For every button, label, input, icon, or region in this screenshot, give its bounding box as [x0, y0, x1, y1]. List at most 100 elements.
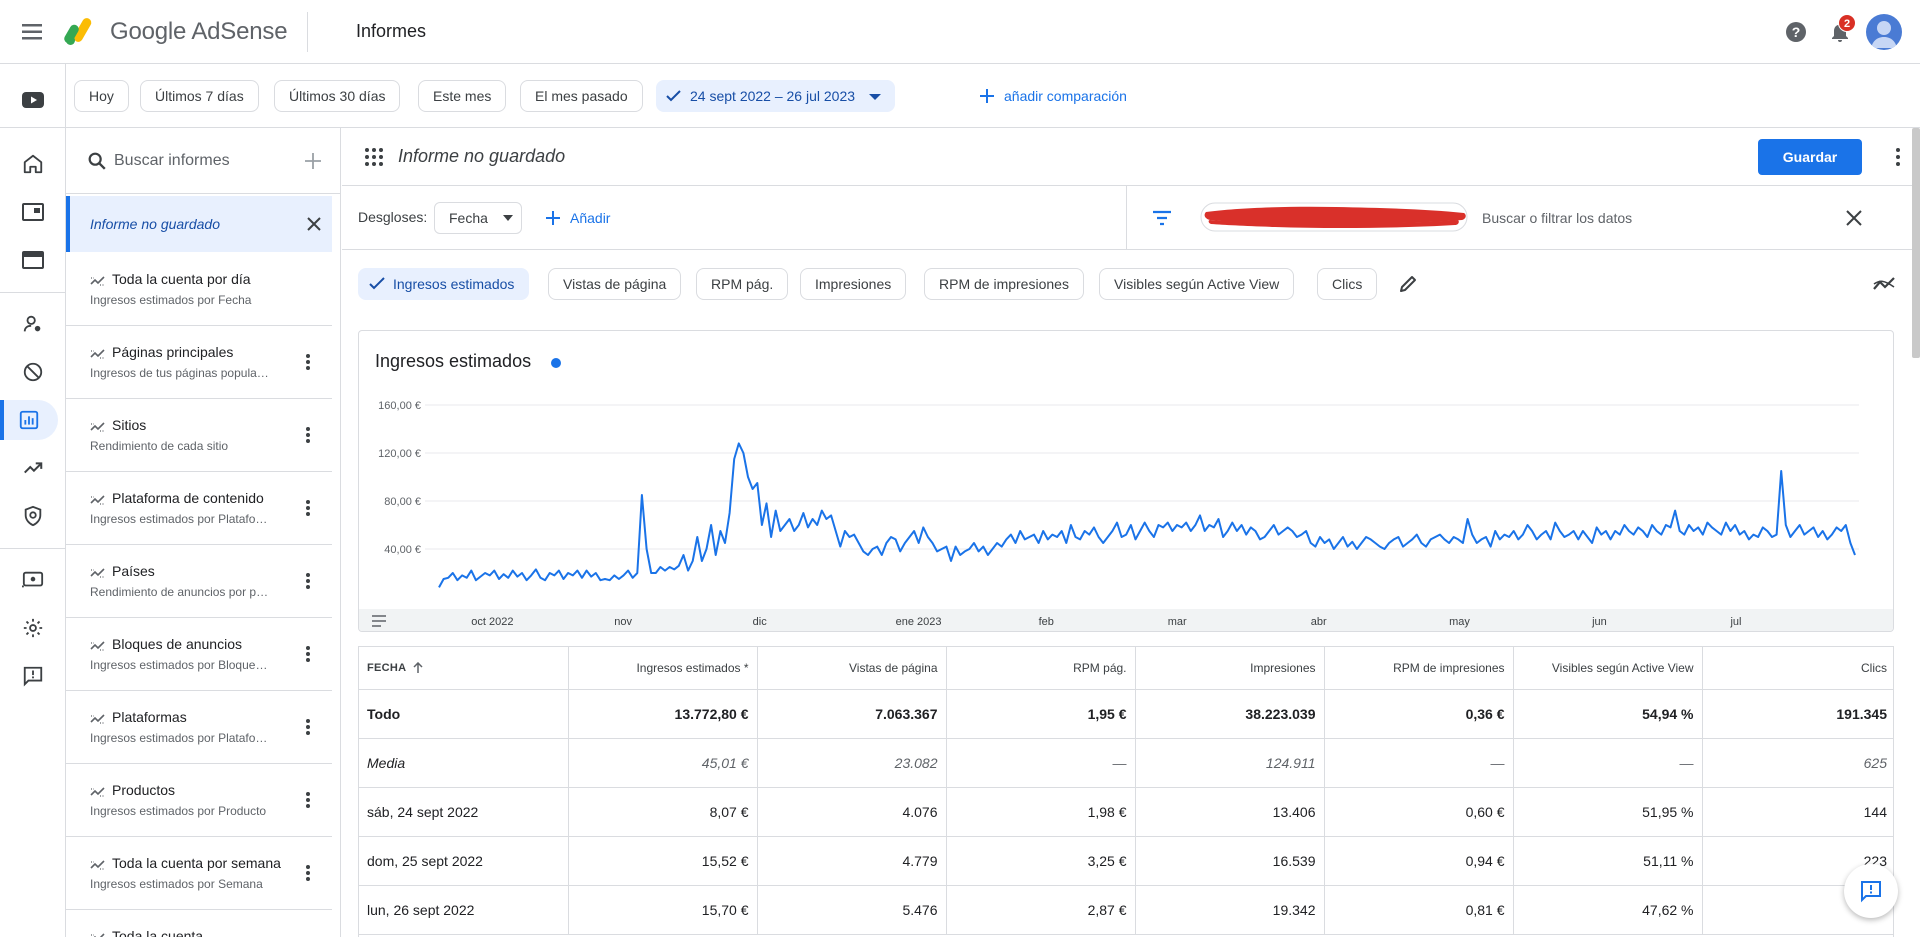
- table-cell: —: [1513, 738, 1703, 788]
- report-item-subtitle: Ingresos estimados por Plataforma: [90, 512, 270, 526]
- column-header[interactable]: Clics: [1702, 647, 1893, 690]
- date-chip-this-month[interactable]: Este mes: [418, 80, 507, 112]
- scrollbar[interactable]: [1912, 128, 1920, 358]
- privacy-messaging-icon[interactable]: [10, 304, 56, 344]
- saved-report-icon: [90, 641, 105, 651]
- metric-chip[interactable]: Clics: [1317, 268, 1378, 300]
- more-options-icon[interactable]: [298, 644, 318, 664]
- sort-ascending-icon[interactable]: [412, 661, 424, 674]
- close-icon[interactable]: [304, 214, 324, 234]
- date-filter-bar: Hoy Últimos 7 días Últimos 30 días Este …: [66, 64, 1920, 128]
- reports-icon[interactable]: [0, 400, 58, 440]
- report-list-item[interactable]: Toda la cuenta: [66, 910, 332, 937]
- table-cell: 45,01 €: [568, 738, 758, 788]
- report-list-item[interactable]: Toda la cuenta por semana Ingresos estima…: [66, 837, 332, 910]
- table-cell: dom, 25 sept 2022: [359, 836, 569, 886]
- more-options-icon[interactable]: [298, 571, 318, 591]
- more-options-icon[interactable]: [1888, 146, 1908, 168]
- youtube-icon[interactable]: [10, 80, 56, 120]
- report-list-item[interactable]: Plataforma de contenido Ingresos estimado…: [66, 472, 332, 545]
- report-search-input[interactable]: [114, 148, 284, 174]
- saved-report-icon: [90, 349, 105, 359]
- feedback-button[interactable]: [1844, 864, 1898, 918]
- chart-toggle-trend-icon[interactable]: [1872, 274, 1896, 294]
- svg-text:?: ?: [1792, 24, 1801, 40]
- legend-list-icon[interactable]: [371, 615, 387, 627]
- account-avatar[interactable]: [1866, 14, 1902, 50]
- report-list-item[interactable]: Páginas principales Ingresos de tus págin…: [66, 326, 332, 399]
- column-header[interactable]: Vistas de página: [757, 647, 947, 690]
- table-cell: 8,07 €: [568, 787, 758, 837]
- breakdown-value: Fecha: [449, 210, 488, 226]
- policy-center-shield-icon[interactable]: [10, 496, 56, 536]
- column-header-label: Clics: [1861, 660, 1887, 675]
- metric-chip-label: Clics: [1332, 276, 1363, 292]
- report-name[interactable]: Informe no guardado: [398, 146, 565, 167]
- date-chip-last-30-days[interactable]: Últimos 30 días: [274, 80, 401, 112]
- more-options-icon[interactable]: [298, 352, 318, 372]
- metric-chip[interactable]: Vistas de página: [548, 268, 682, 300]
- settings-gear-icon[interactable]: [10, 608, 56, 648]
- more-options-icon[interactable]: [298, 498, 318, 518]
- column-header[interactable]: RPM pág.: [946, 647, 1136, 690]
- blocking-controls-icon[interactable]: [10, 352, 56, 392]
- more-options-icon[interactable]: [298, 717, 318, 737]
- add-comparison-button[interactable]: añadir comparación: [978, 80, 1127, 112]
- report-list-item[interactable]: Productos Ingresos estimados por Producto: [66, 764, 332, 837]
- column-header[interactable]: RPM de impresiones: [1324, 647, 1514, 690]
- column-header[interactable]: Visibles según Active View: [1513, 647, 1703, 690]
- optimization-trend-icon[interactable]: [10, 448, 56, 488]
- check-icon: [369, 277, 385, 290]
- metric-chip[interactable]: Ingresos estimados: [358, 268, 530, 300]
- report-list-item[interactable]: Sitios Rendimiento de cada sitio: [66, 399, 332, 472]
- new-report-plus-icon[interactable]: [302, 150, 324, 172]
- divider: [0, 127, 66, 128]
- feedback-icon[interactable]: [10, 656, 56, 696]
- breakdowns-label: Desgloses:: [358, 209, 428, 225]
- x-tick-label: jul: [1729, 616, 1741, 628]
- close-icon[interactable]: [1842, 206, 1866, 230]
- filter-icon[interactable]: [1150, 206, 1174, 230]
- report-list-item[interactable]: Toda la cuenta por día Ingresos estimados…: [66, 253, 332, 326]
- edit-metrics-pencil-icon[interactable]: [1398, 274, 1418, 294]
- more-options-icon[interactable]: [298, 425, 318, 445]
- date-range-selector[interactable]: 24 sept 2022 – 26 jul 2023: [656, 80, 896, 112]
- data-search-input[interactable]: [1482, 206, 1782, 230]
- metric-chip[interactable]: RPM pág.: [696, 268, 789, 300]
- more-options-icon[interactable]: [298, 863, 318, 883]
- metric-chip[interactable]: Impresiones: [800, 268, 907, 300]
- ads-icon[interactable]: [10, 240, 56, 280]
- column-header[interactable]: Impresiones: [1135, 647, 1325, 690]
- table-cell: 54,94 %: [1513, 689, 1703, 739]
- active-report-item[interactable]: Informe no guardado: [66, 196, 332, 252]
- x-tick-label: jun: [1591, 616, 1607, 628]
- date-chip-last-7-days[interactable]: Últimos 7 días: [140, 80, 259, 112]
- report-list-item[interactable]: Países Rendimiento de anuncios por país: [66, 545, 332, 618]
- breakdown-select[interactable]: Fecha: [434, 202, 522, 234]
- save-button[interactable]: Guardar: [1758, 139, 1862, 175]
- more-options-icon[interactable]: [298, 790, 318, 810]
- home-icon[interactable]: [10, 144, 56, 184]
- active-report-label: Informe no guardado: [90, 216, 220, 232]
- date-chip-last-month[interactable]: El mes pasado: [520, 80, 643, 112]
- metric-chip-label: RPM pág.: [711, 276, 774, 292]
- help-icon[interactable]: ?: [1784, 20, 1808, 44]
- metric-chip[interactable]: RPM de impresiones: [924, 268, 1084, 300]
- apps-grid-icon[interactable]: [364, 147, 384, 167]
- payments-icon[interactable]: [10, 560, 56, 600]
- column-header[interactable]: Ingresos estimados *: [568, 647, 758, 690]
- metrics-row: Ingresos estimados Vistas de página RPM pá…: [342, 250, 1920, 320]
- column-header[interactable]: FECHA: [359, 647, 569, 690]
- report-list-item[interactable]: Plataformas Ingresos estimados por Plataf…: [66, 691, 332, 764]
- report-item-subtitle: Ingresos estimados por Semana: [90, 877, 263, 891]
- report-list-item[interactable]: Bloques de anuncios Ingresos estimados po…: [66, 618, 332, 691]
- sites-icon[interactable]: [10, 192, 56, 232]
- feedback-icon: [1861, 881, 1881, 903]
- x-tick-label: mar: [1168, 616, 1187, 628]
- y-tick-label: 40,00 €: [384, 544, 421, 556]
- main-menu-button[interactable]: [20, 20, 48, 44]
- date-chip-today[interactable]: Hoy: [74, 80, 129, 112]
- series-line-ingresos-estimados[interactable]: [438, 442, 1856, 588]
- add-breakdown-button[interactable]: Añadir: [544, 202, 610, 234]
- metric-chip[interactable]: Visibles según Active View: [1099, 268, 1295, 300]
